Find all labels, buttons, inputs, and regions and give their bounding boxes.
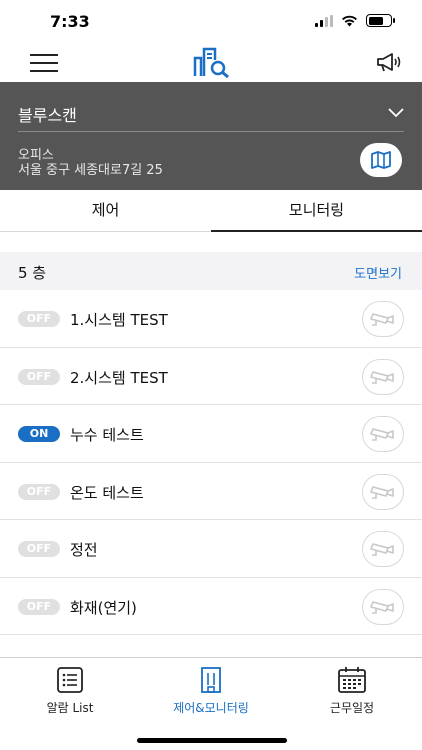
device-row: OFF 화재(연기) [0,578,422,635]
nav-alarm-list[interactable]: 알람 List [0,666,140,716]
device-toggle[interactable]: ON [18,426,60,442]
megaphone-icon[interactable] [376,50,404,74]
device-name: 1.시스템 TEST [70,311,168,329]
device-name: 정전 [70,541,98,559]
cctv-button[interactable] [362,301,404,337]
cctv-button[interactable] [362,358,404,395]
device-toggle[interactable]: OFF [18,541,60,557]
chevron-down-icon[interactable] [388,108,404,118]
cctv-button[interactable] [362,416,404,452]
cctv-camera-icon [370,313,394,326]
device-toggle[interactable]: OFF [18,368,60,385]
hamburger-menu-icon[interactable] [30,52,58,74]
floor-header: 5 층 도면보기 [0,252,422,290]
tab-monitoring[interactable]: 모니터링 [211,190,422,232]
cctv-button[interactable] [362,473,404,510]
status-bar: 7:33 [0,0,422,44]
nav-control-monitoring[interactable]: 제어&모니터링 [141,666,281,716]
device-toggle[interactable]: OFF [18,311,60,327]
floor-plan-link[interactable]: 도면보기 [354,263,402,282]
device-name: 누수 테스트 [70,426,144,444]
calendar-icon [338,667,366,693]
device-row: OFF 온도 테스트 [0,463,422,520]
tab-control[interactable]: 제어 [0,190,211,231]
device-name: 온도 테스트 [70,483,144,502]
battery-icon [366,14,395,27]
device-name: 화재(연기) [70,598,137,617]
device-row: OFF 정전 [0,520,422,578]
site-address: 서울 중구 세종대로7길 25 [18,163,163,178]
list-icon [57,667,83,693]
nav-label: 근무일정 [329,701,375,715]
nav-label: 알람 List [46,701,94,715]
home-indicator [137,738,287,743]
cctv-button[interactable] [362,588,404,625]
map-icon [371,151,391,169]
cctv-camera-icon [370,485,394,499]
tab-bar: 제어 모니터링 [0,190,422,232]
cctv-camera-icon [370,428,394,441]
wifi-icon [342,15,357,26]
site-selector[interactable]: 블루스캔 [18,102,77,126]
cctv-button[interactable] [362,531,404,567]
map-button[interactable] [360,143,402,177]
bottom-nav: 알람 List 제어&모니터링 근무일정 [0,657,422,750]
panel-divider [18,131,404,132]
status-time: 7:33 [50,12,90,31]
nav-label: 제어&모니터링 [173,701,249,715]
device-row: OFF 1.시스템 TEST [0,290,422,348]
cctv-camera-icon [370,543,394,556]
app-header [0,44,422,82]
cctv-camera-icon [370,370,394,384]
signal-icon [315,14,333,27]
device-toggle[interactable]: OFF [18,483,60,500]
device-list: OFF 1.시스템 TEST OFF 2.시스템 TEST ON 누수 테스트 [0,290,422,635]
building-search-logo-icon [193,47,229,78]
building-icon [201,667,221,693]
device-name: 2.시스템 TEST [70,368,168,387]
device-row: OFF 2.시스템 TEST [0,348,422,405]
cctv-camera-icon [370,600,394,614]
status-icons [315,14,395,27]
floor-label: 5 층 [18,264,47,282]
location-panel: 블루스캔 오피스 서울 중구 세종대로7길 25 [0,82,422,190]
nav-work-schedule[interactable]: 근무일정 [282,666,422,716]
device-row: ON 누수 테스트 [0,405,422,463]
device-toggle[interactable]: OFF [18,598,60,615]
